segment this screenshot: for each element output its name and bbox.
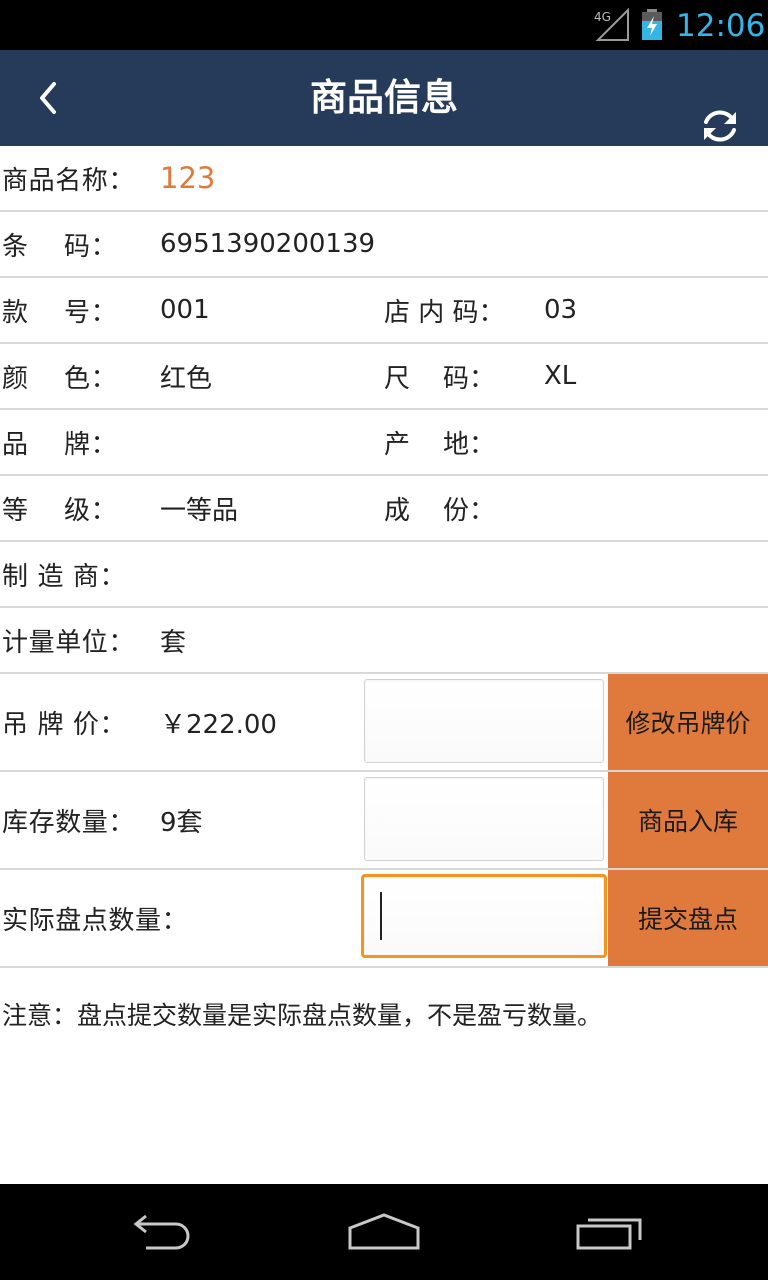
size-value: XL bbox=[544, 361, 577, 391]
network-type: 4G bbox=[594, 10, 611, 24]
product-name-value: 123 bbox=[160, 161, 216, 195]
modify-tag-price-button[interactable]: 修改吊牌价 bbox=[608, 674, 768, 770]
store-code-label: 店 内 码： bbox=[384, 297, 505, 328]
stock-qty-label: 库存数量： bbox=[2, 807, 136, 838]
status-bar: 4G 12:06 bbox=[0, 0, 768, 50]
unit-label: 计量单位： bbox=[2, 627, 136, 658]
style-no-label: 款 号： bbox=[2, 297, 118, 328]
back-arrow-icon[interactable] bbox=[124, 1212, 196, 1252]
submit-count-button[interactable]: 提交盘点 bbox=[608, 870, 768, 966]
barcode-value: 6951390200139 bbox=[160, 229, 376, 259]
recent-apps-icon[interactable] bbox=[574, 1212, 646, 1252]
row-actual-count: 实际盘点数量： 提交盘点 bbox=[0, 870, 768, 968]
color-value: 红色 bbox=[160, 363, 213, 394]
stock-in-button[interactable]: 商品入库 bbox=[608, 772, 768, 868]
row-tag-price: 吊 牌 价： ￥222.00 修改吊牌价 bbox=[0, 674, 768, 772]
clock: 12:06 bbox=[676, 8, 766, 44]
tag-price-label: 吊 牌 价： bbox=[2, 709, 127, 740]
manufacturer-label: 制 造 商： bbox=[2, 561, 127, 592]
product-info-form: 商品名称： 123 条 码： 6951390200139 款 号： 001 店 … bbox=[0, 146, 768, 1030]
barcode-label: 条 码： bbox=[2, 231, 118, 262]
row-unit: 计量单位： 套 bbox=[0, 608, 768, 674]
style-no-value: 001 bbox=[160, 295, 210, 325]
row-product-name: 商品名称： 123 bbox=[0, 146, 768, 212]
row-color-size: 颜 色： 红色 尺 码： XL bbox=[0, 344, 768, 410]
row-grade-composition: 等 级： 一等品 成 份： bbox=[0, 476, 768, 542]
stock-qty-value: 9套 bbox=[160, 807, 203, 838]
actual-count-input[interactable] bbox=[361, 874, 607, 958]
grade-label: 等 级： bbox=[2, 495, 118, 526]
size-label: 尺 码： bbox=[384, 363, 496, 394]
text-cursor bbox=[380, 892, 382, 940]
chevron-left-icon[interactable] bbox=[30, 78, 70, 118]
unit-value: 套 bbox=[160, 627, 187, 658]
brand-label: 品 牌： bbox=[2, 429, 118, 460]
origin-label: 产 地： bbox=[384, 429, 496, 460]
tag-price-value: ￥222.00 bbox=[160, 709, 277, 740]
title-bar: 商品信息 bbox=[0, 50, 768, 146]
grade-value: 一等品 bbox=[160, 495, 239, 526]
row-style-store-code: 款 号： 001 店 内 码： 03 bbox=[0, 278, 768, 344]
home-icon[interactable] bbox=[346, 1212, 422, 1252]
actual-count-label: 实际盘点数量： bbox=[2, 905, 189, 936]
page-title: 商品信息 bbox=[310, 76, 458, 119]
row-stock-qty: 库存数量： 9套 商品入库 bbox=[0, 772, 768, 870]
color-label: 颜 色： bbox=[2, 363, 118, 394]
count-note: 注意：盘点提交数量是实际盘点数量，不是盈亏数量。 bbox=[2, 1001, 603, 1030]
store-code-value: 03 bbox=[544, 295, 578, 325]
row-manufacturer: 制 造 商： bbox=[0, 542, 768, 608]
tag-price-input[interactable] bbox=[364, 679, 604, 763]
navigation-bar bbox=[0, 1184, 768, 1280]
row-brand-origin: 品 牌： 产 地： bbox=[0, 410, 768, 476]
composition-label: 成 份： bbox=[384, 495, 496, 526]
product-name-label: 商品名称： bbox=[2, 165, 136, 196]
battery-charging-icon bbox=[642, 9, 662, 40]
refresh-icon[interactable] bbox=[698, 104, 742, 148]
stock-in-qty-input[interactable] bbox=[364, 777, 604, 861]
signal-4g-icon: 4G bbox=[594, 8, 629, 41]
row-barcode: 条 码： 6951390200139 bbox=[0, 212, 768, 278]
